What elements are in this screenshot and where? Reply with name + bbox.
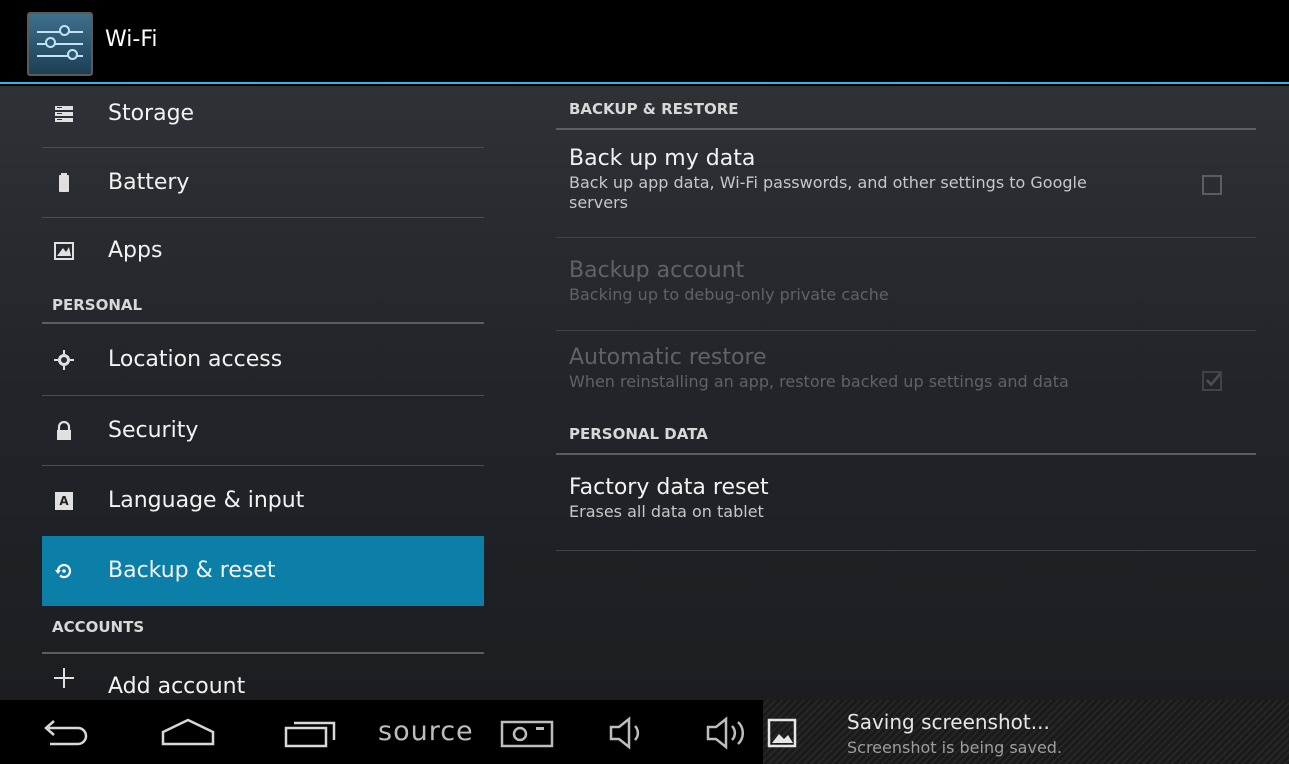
screenshot-notification[interactable]: Saving screenshot... Screenshot is being… [763, 700, 1289, 764]
battery-icon [59, 172, 69, 192]
keyboard-icon: A [55, 492, 73, 510]
volume-down-icon[interactable] [605, 710, 655, 754]
backup-restore-header: BACKUP & RESTORE [556, 86, 1256, 130]
sidebar-item-label: Security [108, 417, 199, 443]
sidebar-item-apps[interactable]: Apps [42, 218, 484, 284]
checkmark-icon [1205, 372, 1222, 387]
settings-content: Storage Battery Apps PERSONAL Location a… [0, 86, 1289, 700]
accounts-header: ACCOUNTS [42, 606, 484, 654]
backup-account-title: Backup account [569, 258, 745, 283]
backup-account-summary: Backing up to debug-only private cache [569, 285, 889, 304]
sidebar-item-label: Add account [108, 674, 246, 699]
settings-app-icon[interactable] [27, 12, 93, 76]
factory-data-reset-title: Factory data reset [569, 475, 769, 500]
backup-my-data-row[interactable]: Back up my data Back up app data, Wi-Fi … [556, 130, 1256, 238]
sidebar-item-storage[interactable]: Storage [42, 86, 484, 148]
factory-data-reset-row[interactable]: Factory data reset Erases all data on ta… [556, 455, 1256, 551]
notification-text: Screenshot is being saved. [847, 738, 1063, 757]
lock-icon [57, 420, 71, 440]
source-button[interactable]: source [378, 716, 474, 747]
recents-icon[interactable] [282, 710, 342, 754]
sidebar-item-label: Apps [108, 238, 163, 263]
settings-sidebar: Storage Battery Apps PERSONAL Location a… [42, 86, 484, 700]
personal-header: PERSONAL [42, 284, 484, 324]
backup-icon [55, 563, 72, 579]
notification-title: Saving screenshot... [847, 710, 1050, 734]
apps-icon [54, 242, 74, 260]
home-icon[interactable] [158, 710, 218, 754]
backup-my-data-checkbox[interactable] [1202, 175, 1222, 195]
location-icon [54, 349, 74, 370]
sidebar-item-battery[interactable]: Battery [42, 148, 484, 218]
page-title: Wi-Fi [105, 27, 158, 52]
volume-up-icon[interactable] [702, 710, 762, 754]
sidebar-item-language-input[interactable]: A Language & input [42, 466, 484, 536]
factory-data-reset-summary: Erases all data on tablet [569, 502, 764, 521]
storage-icon [55, 105, 73, 122]
backup-my-data-summary: Back up app data, Wi-Fi passwords, and o… [569, 173, 1087, 212]
sidebar-item-backup-reset[interactable]: Backup & reset [42, 536, 484, 606]
navigation-bar: source Saving screenshot... Screenshot i… [0, 700, 1289, 764]
sidebar-item-location-access[interactable]: Location access [42, 324, 484, 396]
backup-reset-panel: BACKUP & RESTORE Back up my data Back up… [556, 86, 1256, 551]
automatic-restore-summary: When reinstalling an app, restore backed… [569, 372, 1069, 391]
svg-text:A: A [59, 494, 69, 508]
sidebar-item-label: Language & input [108, 488, 305, 513]
action-bar: Wi-Fi [0, 0, 1289, 84]
sidebar-item-add-account[interactable]: Add account [42, 654, 484, 700]
automatic-restore-row[interactable]: Automatic restore When reinstalling an a… [556, 331, 1256, 441]
sidebar-item-label: Battery [108, 169, 190, 195]
sidebar-item-security[interactable]: Security [42, 396, 484, 466]
image-icon [767, 718, 797, 748]
backup-account-row[interactable]: Backup account Backing up to debug-only … [556, 238, 1256, 331]
back-icon[interactable] [40, 710, 90, 754]
sidebar-item-label: Location access [108, 346, 283, 372]
automatic-restore-checkbox[interactable] [1202, 371, 1222, 391]
screenshot-icon[interactable] [498, 710, 558, 754]
backup-my-data-title: Back up my data [569, 146, 756, 171]
sidebar-item-label: Storage [108, 100, 195, 126]
sidebar-item-label: Backup & reset [108, 558, 276, 583]
add-icon [54, 668, 74, 688]
automatic-restore-title: Automatic restore [569, 345, 767, 370]
